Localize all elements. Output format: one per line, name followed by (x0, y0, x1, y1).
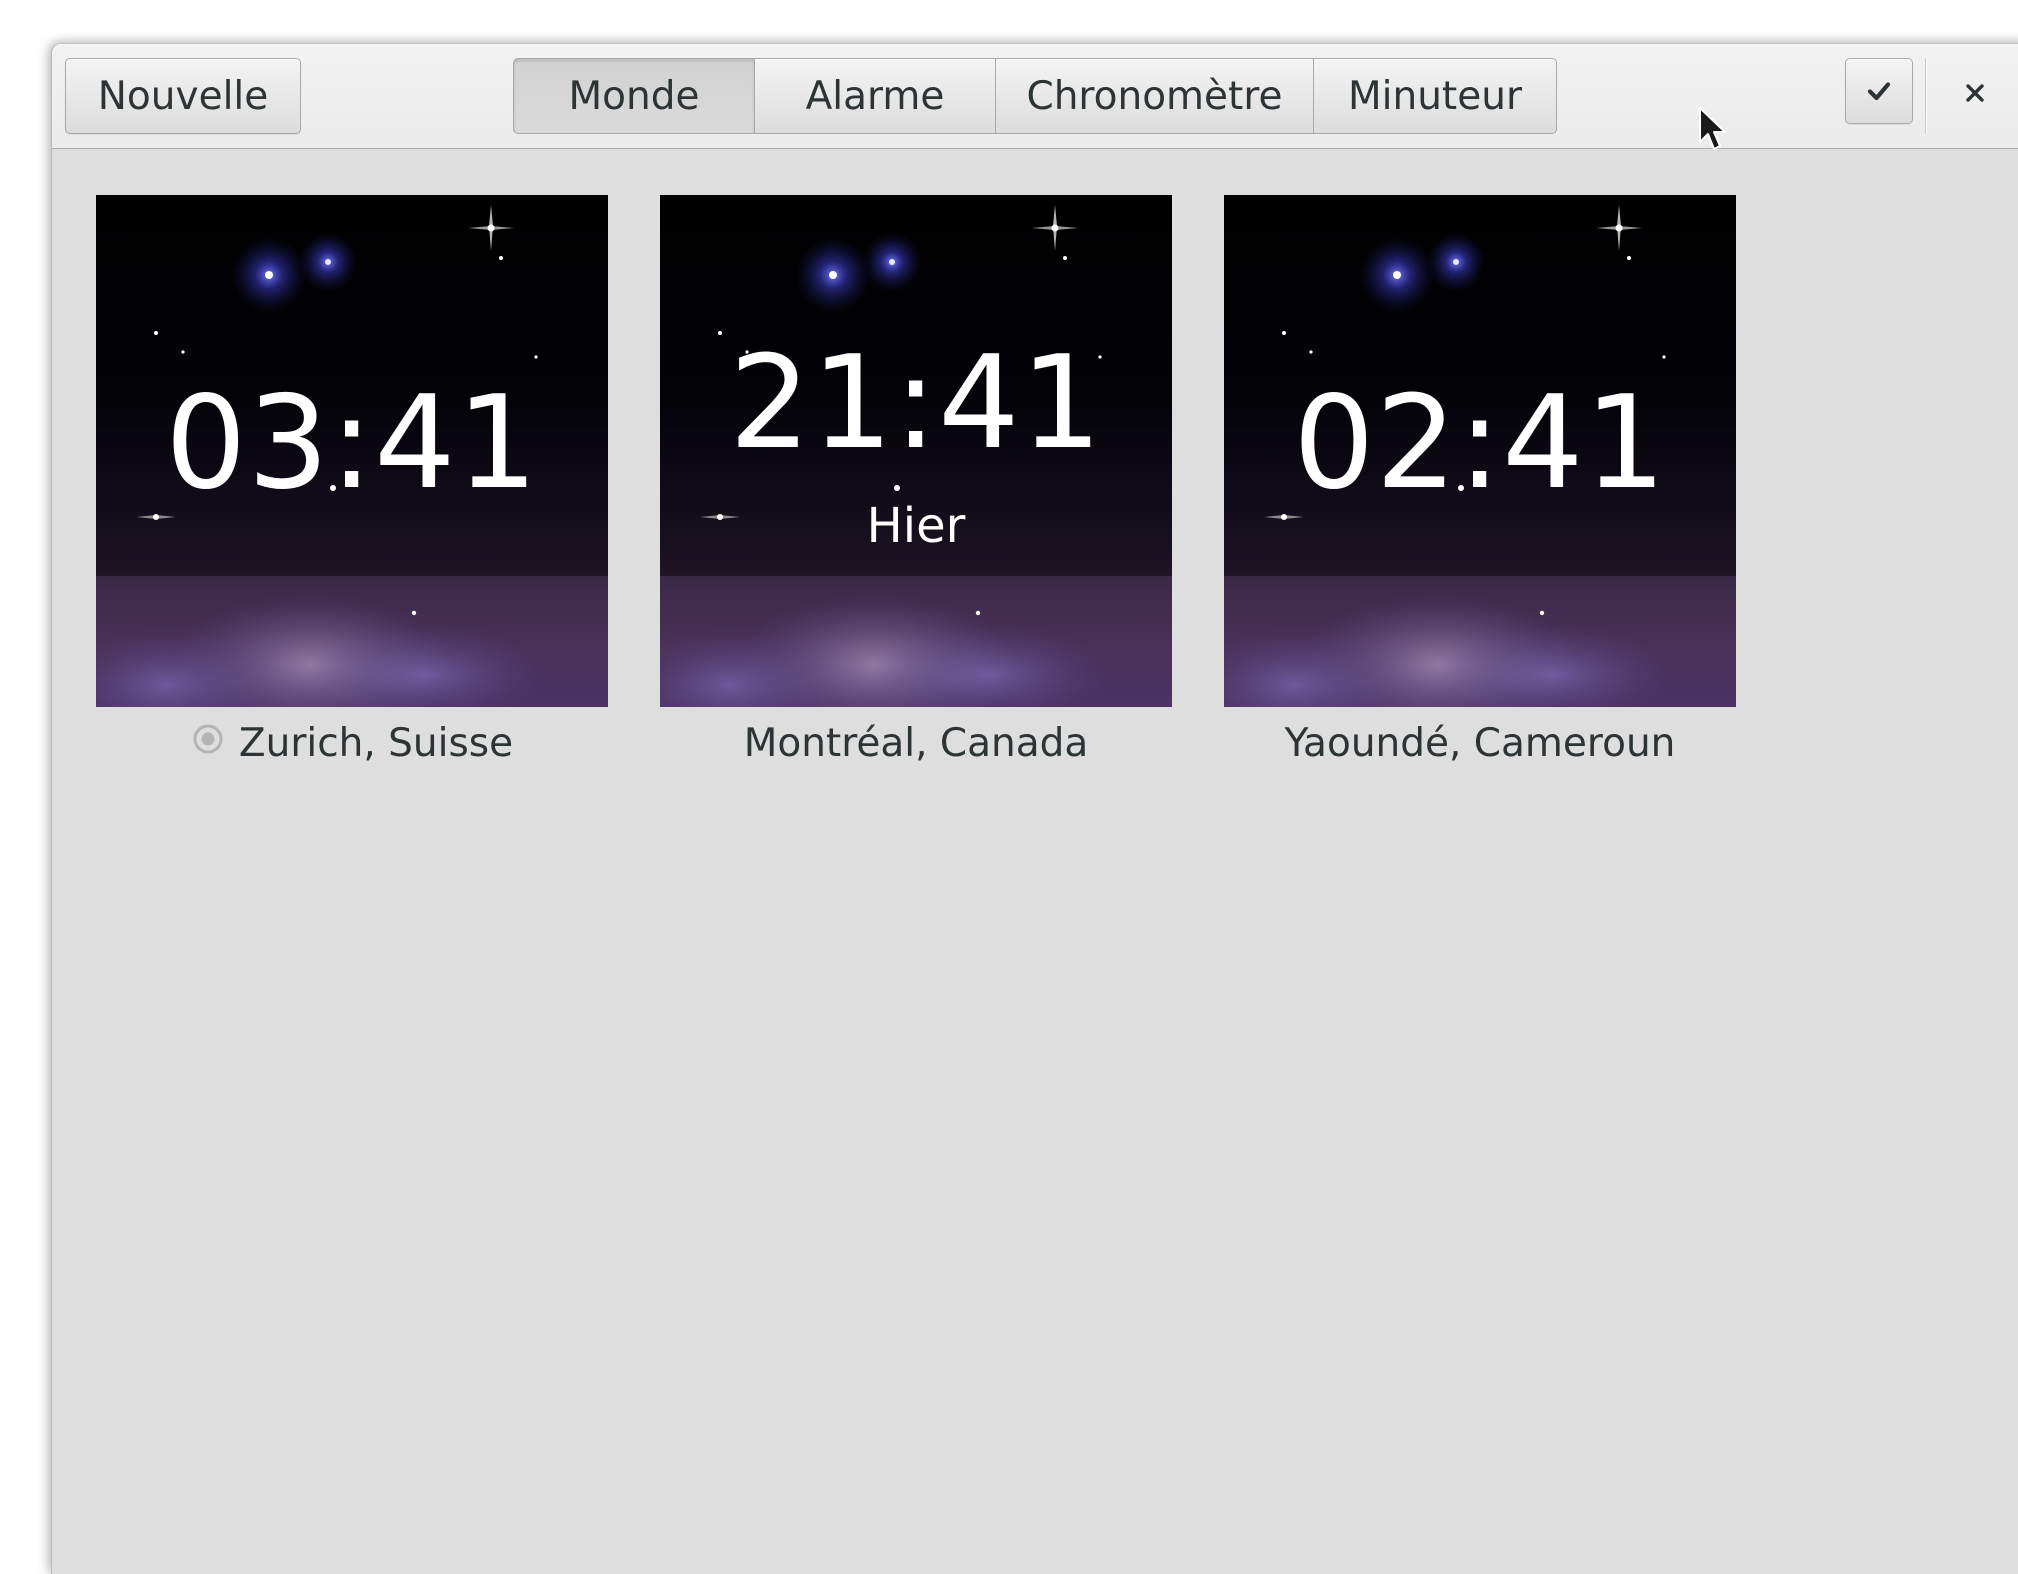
clock-face-night: 03:41 (96, 195, 608, 707)
tab-world[interactable]: Monde (513, 58, 755, 134)
tab-alarm[interactable]: Alarme (755, 58, 996, 134)
clocks-window: Nouvelle Monde Alarme Chronomètre Minute… (51, 43, 2018, 1574)
tab-timer[interactable]: Minuteur (1314, 58, 1557, 134)
header-separator (1925, 58, 1926, 134)
clock-tile[interactable]: 21:41 Hier Montréal, Canada (660, 195, 1172, 766)
mouse-pointer-icon (1699, 107, 1726, 150)
new-clock-button[interactable]: Nouvelle (65, 58, 301, 134)
clock-location-label: Yaoundé, Cameroun (1224, 718, 1736, 770)
clock-day-label: Hier (866, 498, 966, 554)
clock-location-name: Zurich, Suisse (238, 721, 514, 766)
clock-time: 03:41 (165, 369, 539, 518)
view-switcher: Monde Alarme Chronomètre Minuteur (513, 58, 1557, 134)
clock-face-night: 02:41 (1224, 195, 1736, 707)
clock-time: 21:41 (729, 329, 1103, 478)
world-clocks-grid: 03:41 Zurich, Suisse 21:41 Hier Montréal… (52, 149, 2018, 1574)
clock-tile[interactable]: 02:41 Yaoundé, Cameroun (1224, 195, 1736, 766)
clock-location-name: Yaoundé, Cameroun (1284, 721, 1676, 766)
clock-face-night: 21:41 Hier (660, 195, 1172, 707)
close-button[interactable] (1950, 68, 2000, 118)
clock-location-label: Zurich, Suisse (96, 718, 608, 770)
location-icon (193, 724, 223, 754)
clock-tile[interactable]: 03:41 Zurich, Suisse (96, 195, 608, 766)
clock-time: 02:41 (1293, 369, 1667, 518)
tab-stopwatch[interactable]: Chronomètre (996, 58, 1314, 134)
checkmark-icon (1867, 82, 1891, 101)
clock-location-name: Montréal, Canada (743, 721, 1089, 766)
close-icon (1966, 84, 1984, 102)
selection-mode-button[interactable] (1845, 58, 1913, 124)
clock-location-label: Montréal, Canada (660, 718, 1172, 770)
